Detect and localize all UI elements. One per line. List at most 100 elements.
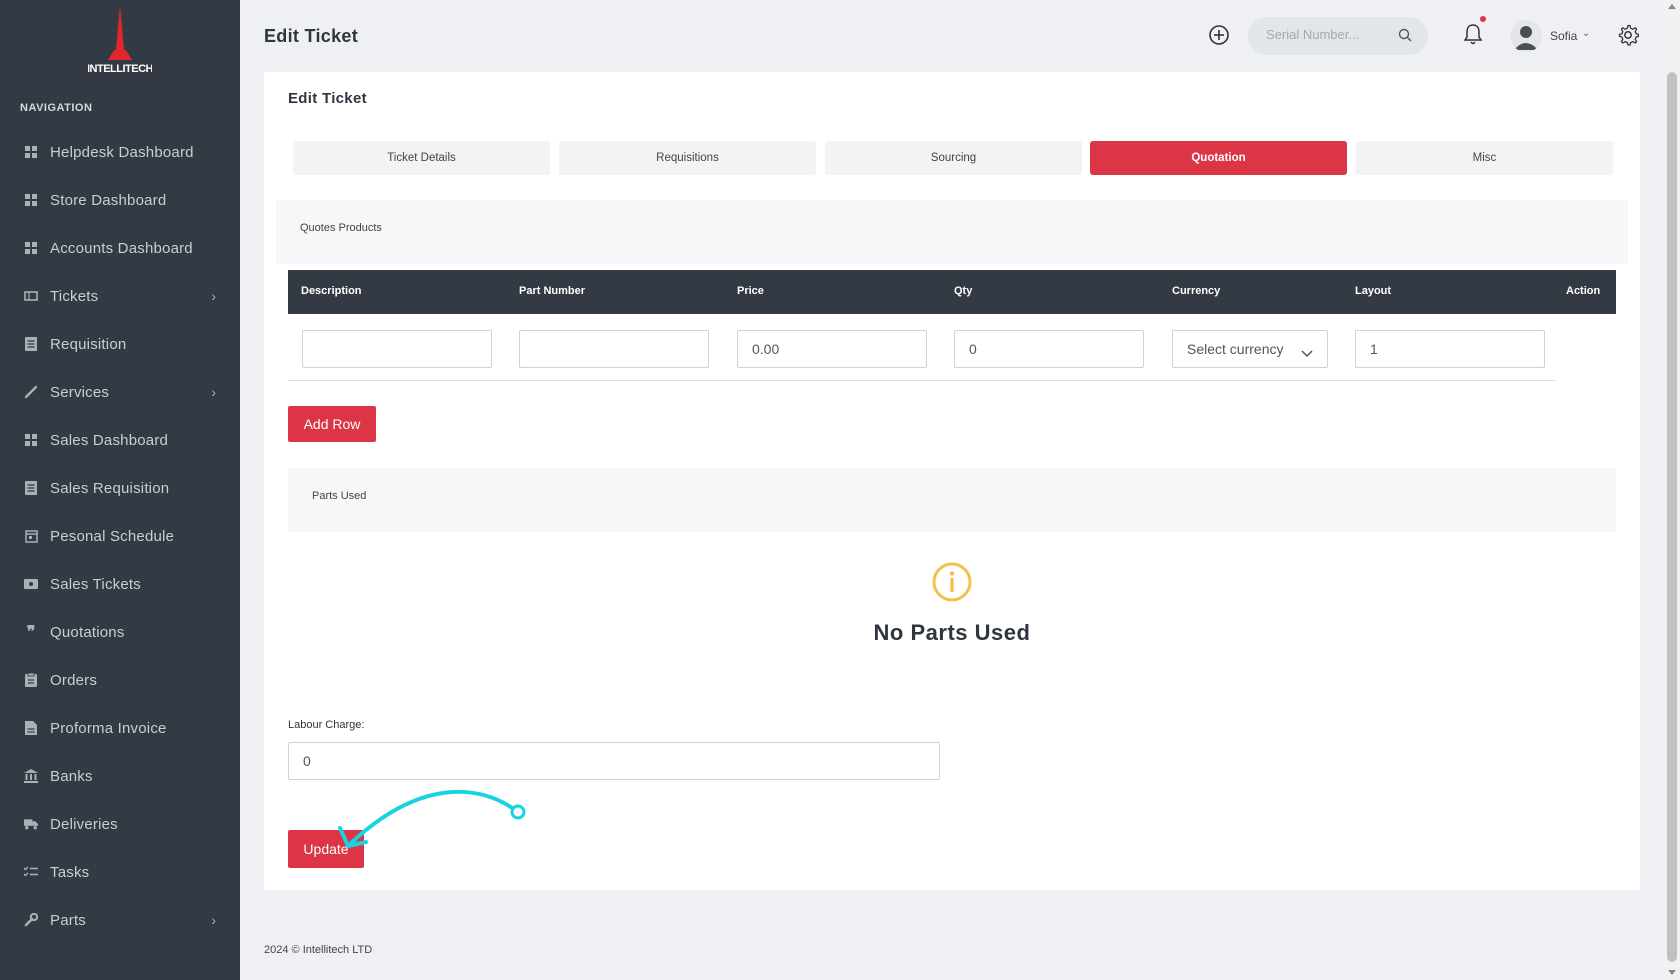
column-header: Part Number bbox=[519, 285, 586, 297]
sidebar-item-banks[interactable]: Banks bbox=[0, 752, 240, 800]
sidebar-item-tickets[interactable]: Tickets › bbox=[0, 272, 240, 320]
document-icon bbox=[24, 481, 38, 495]
layout-input[interactable] bbox=[1370, 341, 1544, 357]
column-header: Qty bbox=[954, 285, 973, 297]
tab-requisitions[interactable]: Requisitions bbox=[559, 141, 816, 175]
sidebar-item-sales-dashboard[interactable]: Sales Dashboard bbox=[0, 416, 240, 464]
footer-copyright: 2024 © Intellitech LTD bbox=[264, 944, 373, 956]
column-header: Currency bbox=[1172, 285, 1221, 297]
chevron-down-icon[interactable]: ⌄ bbox=[1582, 28, 1590, 39]
sidebar-item-quotations[interactable]: ❞ Quotations bbox=[0, 608, 240, 656]
sidebar-item-proforma-invoice[interactable]: Proforma Invoice bbox=[0, 704, 240, 752]
quote-icon: ❞ bbox=[26, 624, 36, 641]
sidebar-item-sales-tickets[interactable]: Sales Tickets bbox=[0, 560, 240, 608]
sidebar-item-deliveries[interactable]: Deliveries bbox=[0, 800, 240, 848]
ticket-tabs: Ticket Details Requisitions Sourcing Quo… bbox=[293, 141, 1613, 175]
document-icon bbox=[24, 337, 38, 351]
ticket-icon bbox=[24, 577, 38, 591]
checklist-icon bbox=[24, 865, 38, 879]
scrollbar-thumb[interactable] bbox=[1667, 72, 1677, 962]
sidebar-item-label: Tasks bbox=[50, 863, 90, 881]
qty-field bbox=[954, 330, 1144, 368]
labour-charge-input[interactable] bbox=[303, 753, 939, 769]
sidebar-item-label: Store Dashboard bbox=[50, 191, 167, 209]
notification-dot bbox=[1480, 16, 1486, 22]
edit-ticket-card: Edit Ticket Ticket Details Requisitions … bbox=[264, 72, 1640, 890]
intellitech-logo[interactable]: INTELLITECH bbox=[87, 4, 154, 76]
description-input[interactable] bbox=[317, 341, 491, 357]
description-field bbox=[302, 330, 492, 368]
sidebar: INTELLITECH NAVIGATION Helpdesk Dashboar… bbox=[0, 0, 240, 980]
sidebar-item-parts[interactable]: Parts › bbox=[0, 896, 240, 944]
sidebar-item-label: Services bbox=[50, 383, 110, 401]
column-header: Description bbox=[301, 285, 362, 297]
scroll-down-icon[interactable] bbox=[1668, 970, 1676, 975]
sidebar-item-label: Tickets bbox=[50, 287, 99, 305]
sidebar-item-tasks[interactable]: Tasks bbox=[0, 848, 240, 896]
sidebar-item-sales-requisition[interactable]: Sales Requisition bbox=[0, 464, 240, 512]
serial-search bbox=[1248, 17, 1428, 55]
info-icon bbox=[932, 562, 972, 602]
sidebar-item-label: Orders bbox=[50, 671, 98, 689]
quotes-products-heading: Quotes Products bbox=[276, 200, 1628, 264]
truck-icon bbox=[24, 817, 38, 831]
empty-state-message: No Parts Used bbox=[873, 620, 1031, 645]
sidebar-item-personal-schedule[interactable]: Pesonal Schedule bbox=[0, 512, 240, 560]
sidebar-item-store-dashboard[interactable]: Store Dashboard bbox=[0, 176, 240, 224]
sidebar-item-label: Requisition bbox=[50, 335, 127, 353]
sidebar-item-label: Helpdesk Dashboard bbox=[50, 143, 194, 161]
parts-used-heading: Parts Used bbox=[288, 468, 1616, 532]
serial-search-input[interactable] bbox=[1266, 27, 1396, 42]
price-input[interactable] bbox=[752, 341, 926, 357]
sidebar-item-label: Proforma Invoice bbox=[50, 719, 167, 737]
bell-icon[interactable] bbox=[1462, 22, 1484, 46]
sidebar-item-label: Accounts Dashboard bbox=[50, 239, 193, 257]
user-name[interactable]: Sofia bbox=[1550, 29, 1577, 43]
gear-icon[interactable] bbox=[1617, 24, 1640, 46]
add-circle-icon[interactable] bbox=[1208, 24, 1230, 46]
part-number-input[interactable] bbox=[534, 341, 708, 357]
tab-ticket-details[interactable]: Ticket Details bbox=[293, 141, 550, 175]
tab-quotation[interactable]: Quotation bbox=[1090, 141, 1347, 175]
column-header: Price bbox=[737, 285, 764, 297]
tab-sourcing[interactable]: Sourcing bbox=[825, 141, 1082, 175]
sidebar-item-label: Pesonal Schedule bbox=[50, 527, 175, 545]
page-title: Edit Ticket bbox=[264, 26, 358, 46]
avatar[interactable] bbox=[1510, 20, 1542, 52]
tab-misc[interactable]: Misc bbox=[1356, 141, 1613, 175]
layout-field bbox=[1355, 330, 1545, 368]
sidebar-item-label: Quotations bbox=[50, 623, 125, 641]
sidebar-item-label: Parts bbox=[50, 911, 87, 929]
nav-heading: NAVIGATION bbox=[20, 102, 93, 114]
chevron-right-icon: › bbox=[211, 384, 216, 400]
dashboard-icon bbox=[24, 193, 38, 207]
topbar: Edit Ticket Sofia ⌄ bbox=[240, 0, 1664, 70]
card-title: Edit Ticket bbox=[288, 90, 367, 107]
currency-select[interactable]: Select currency bbox=[1172, 330, 1328, 368]
column-header: Action bbox=[1566, 285, 1601, 297]
price-field bbox=[737, 330, 927, 368]
labour-charge-label: Labour Charge: bbox=[288, 719, 365, 731]
chevron-right-icon: › bbox=[211, 912, 216, 928]
sidebar-item-requisition[interactable]: Requisition bbox=[0, 320, 240, 368]
annotation-arrow bbox=[338, 789, 526, 848]
row-divider bbox=[288, 380, 1556, 381]
file-icon bbox=[24, 721, 38, 735]
qty-input[interactable] bbox=[969, 341, 1143, 357]
nav-list: Helpdesk Dashboard Store Dashboard Accou… bbox=[0, 128, 240, 944]
sidebar-item-label: Sales Requisition bbox=[50, 479, 170, 497]
chevron-down-icon bbox=[1301, 345, 1313, 358]
add-row-button[interactable]: Add Row bbox=[288, 406, 376, 442]
svg-text:INTELLITECH: INTELLITECH bbox=[88, 63, 152, 75]
sidebar-item-label: Sales Dashboard bbox=[50, 431, 169, 449]
search-icon[interactable] bbox=[1398, 28, 1412, 42]
scroll-up-icon[interactable] bbox=[1668, 4, 1676, 9]
currency-select-value: Select currency bbox=[1187, 341, 1284, 357]
sidebar-item-services[interactable]: Services › bbox=[0, 368, 240, 416]
sidebar-item-helpdesk-dashboard[interactable]: Helpdesk Dashboard bbox=[0, 128, 240, 176]
sidebar-item-accounts-dashboard[interactable]: Accounts Dashboard bbox=[0, 224, 240, 272]
quote-table-header: Description Part Number Price Qty Curren… bbox=[288, 270, 1616, 314]
page-scrollbar[interactable] bbox=[1664, 0, 1680, 980]
sidebar-item-orders[interactable]: Orders bbox=[0, 656, 240, 704]
wrench-icon bbox=[24, 913, 38, 927]
